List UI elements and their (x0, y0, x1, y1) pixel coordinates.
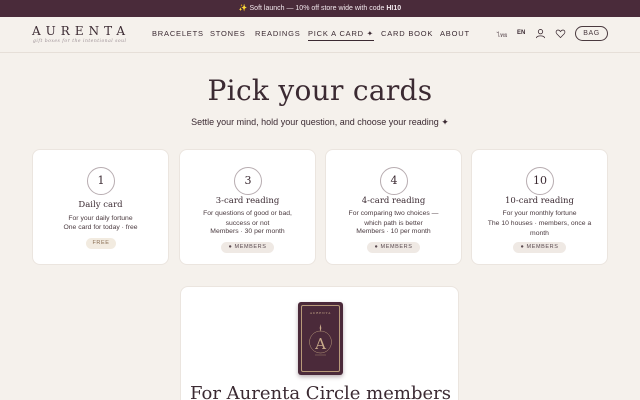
card-desc: For your daily fortune (68, 215, 133, 222)
nav-pick-a-card[interactable]: PICK A CARD ✦ (308, 29, 374, 41)
announcement-text: ✨ Soft launch — 10% off store wide with … (238, 5, 387, 12)
sparkle-icon: A (309, 324, 332, 356)
card-desc: For questions of good or bad, success or… (203, 210, 292, 227)
card-title: Daily card (78, 200, 123, 210)
nav-bracelets[interactable]: BRACELETS (152, 29, 204, 38)
card-meta: One card for today · free (63, 224, 138, 231)
card-number: 4 (380, 167, 408, 195)
nav-card-book[interactable]: CARD BOOK (381, 29, 433, 38)
free-badge: FREE (86, 238, 116, 249)
card-meta: The 10 houses · members, once a month (487, 220, 592, 237)
members-badge: ● MEMBERS (513, 242, 566, 253)
tarot-card-image: AURENTA A (298, 302, 343, 375)
tagline: gift boxes for the intentional soul (33, 39, 127, 44)
reading-card-10[interactable]: 10 10-card reading For your monthly fort… (471, 149, 608, 265)
circle-title: For Aurenta Circle members (190, 383, 451, 400)
reading-card-4[interactable]: 4 4-card reading For comparing two choic… (325, 149, 462, 265)
nav-about[interactable]: ABOUT (440, 29, 470, 38)
logo[interactable]: AURENTA (32, 24, 130, 38)
card-number: 3 (234, 167, 262, 195)
nav-readings[interactable]: READINGS (255, 29, 301, 38)
reading-card-daily[interactable]: 1 Daily card For your daily fortune One … (32, 149, 169, 265)
card-title: 3-card reading (215, 196, 280, 206)
card-title: 4-card reading (361, 196, 426, 206)
reading-card-3[interactable]: 3 3-card reading For questions of good o… (179, 149, 316, 265)
circle-members-panel: AURENTA A For Aurenta Circle members (180, 286, 459, 400)
announcement-bar: ✨ Soft launch — 10% off store wide with … (0, 0, 640, 17)
site-header: AURENTA gift boxes for the intentional s… (0, 17, 640, 53)
nav-stones[interactable]: STONES (210, 29, 246, 38)
members-badge: ● MEMBERS (367, 242, 420, 253)
card-meta: Members · 10 per month (356, 228, 431, 235)
card-number: 1 (87, 167, 115, 195)
members-badge: ● MEMBERS (221, 242, 274, 253)
bag-button[interactable]: BAG (575, 26, 608, 41)
tarot-card-letter: A (314, 335, 326, 353)
page-title: Pick your cards (207, 74, 433, 107)
user-icon[interactable] (535, 28, 546, 39)
promo-code: HI10 (386, 5, 402, 12)
card-meta: Members · 30 per month (210, 228, 285, 235)
heart-icon[interactable] (555, 28, 566, 39)
card-title: 10-card reading (505, 196, 574, 206)
card-number: 10 (526, 167, 554, 195)
lang-en[interactable]: EN (517, 30, 525, 36)
tarot-card-brand: AURENTA (309, 311, 332, 315)
page-subtitle: Settle your mind, hold your question, an… (191, 117, 449, 127)
card-desc: For your monthly fortune (502, 210, 577, 217)
card-desc: For comparing two choices — which path i… (348, 210, 439, 227)
lang-th[interactable]: ไทย (497, 30, 508, 40)
